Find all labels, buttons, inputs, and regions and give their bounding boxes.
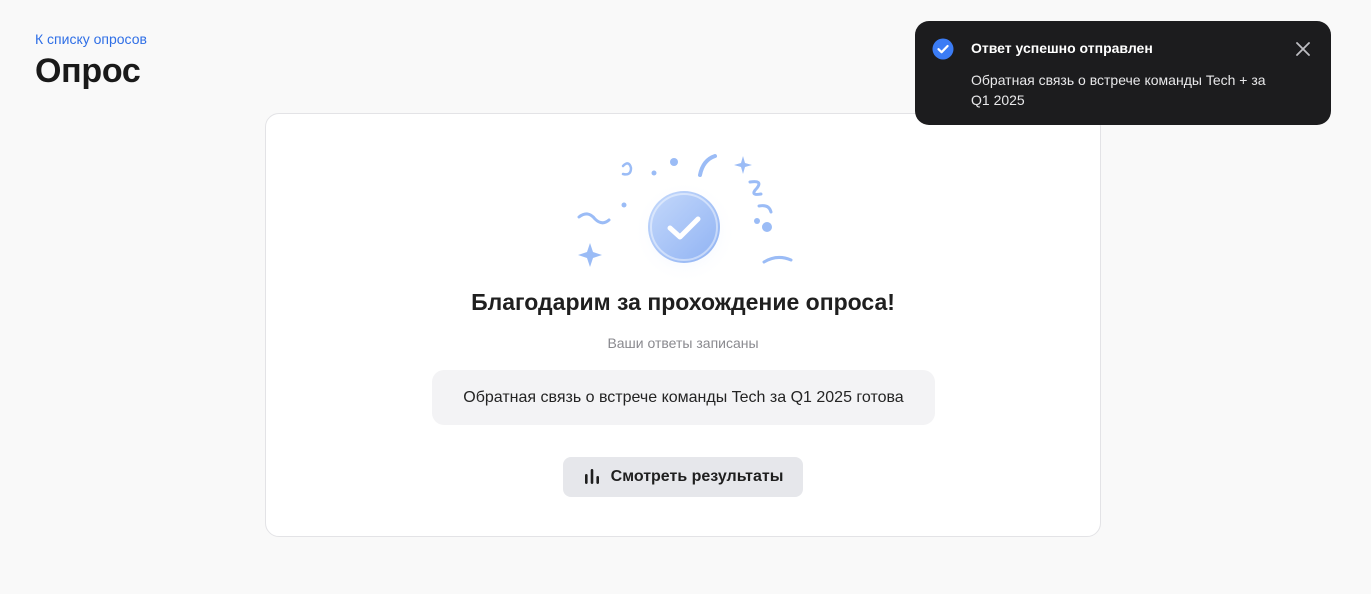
success-toast: Ответ успешно отправлен Обратная связь о… bbox=[915, 21, 1331, 125]
toast-title: Ответ успешно отправлен bbox=[971, 40, 1153, 56]
view-results-button[interactable]: Смотреть результаты bbox=[563, 457, 803, 497]
success-check-badge-icon bbox=[577, 154, 793, 284]
back-to-surveys-link[interactable]: К списку опросов bbox=[35, 31, 147, 47]
toast-message: Обратная связь о встрече команды Tech + … bbox=[971, 72, 1266, 108]
feedback-ready-notice: Обратная связь о встрече команды Tech за… bbox=[432, 370, 935, 425]
check-circle-icon bbox=[932, 38, 954, 60]
answers-recorded-text: Ваши ответы записаны bbox=[607, 335, 759, 351]
view-results-label: Смотреть результаты bbox=[610, 468, 784, 485]
toast-close-button[interactable] bbox=[1293, 39, 1313, 59]
close-icon bbox=[1296, 42, 1310, 56]
page-title: Опрос bbox=[35, 52, 141, 90]
feedback-ready-text: Обратная связь о встрече команды Tech за… bbox=[463, 388, 904, 406]
survey-page: К списку опросов Опрос Благодарим за про… bbox=[0, 0, 1371, 594]
thank-you-heading: Благодарим за прохождение опроса! bbox=[471, 289, 895, 315]
survey-complete-card: Благодарим за прохождение опроса! Ваши о… bbox=[265, 113, 1101, 537]
bar-chart-icon bbox=[584, 469, 599, 484]
